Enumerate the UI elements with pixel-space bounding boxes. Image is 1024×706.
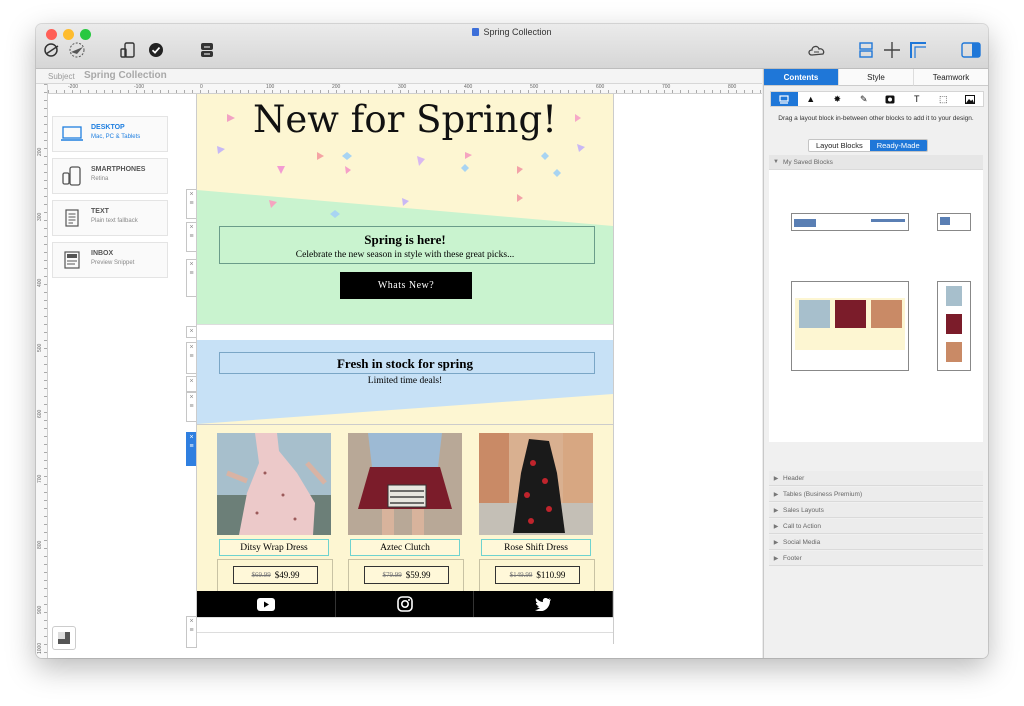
email-headline: New for Spring!	[252, 98, 558, 141]
layout-grid-icon[interactable]	[856, 40, 876, 60]
window-title: Spring Collection	[36, 27, 988, 37]
divider-block[interactable]	[197, 190, 613, 226]
send-test-icon[interactable]	[66, 40, 88, 60]
tab-style[interactable]: Style	[839, 69, 914, 86]
tab-contents[interactable]: Contents	[764, 69, 839, 86]
instagram-icon[interactable]	[336, 591, 475, 617]
section-tables[interactable]: ▶ Tables (Business Premium)	[769, 487, 983, 502]
text-icon[interactable]: T	[904, 92, 931, 106]
image-block-icon[interactable]	[877, 92, 904, 106]
subject-label: Subject	[48, 72, 75, 81]
subject-input[interactable]: Spring Collection	[84, 70, 167, 81]
monitor-icon	[61, 124, 83, 144]
spring-subtitle: Celebrate the new season in style with t…	[295, 250, 515, 260]
chevron-right-icon: ▶	[773, 507, 779, 514]
hero-block[interactable]: New for Spring!	[197, 94, 613, 190]
chevron-right-icon: ▶	[773, 523, 779, 530]
vertical-ruler: 200 300 400 500 600 700 800 900 1000	[36, 84, 48, 658]
check-icon[interactable]	[146, 40, 166, 60]
sidebar-toggle-icon[interactable]	[960, 40, 982, 60]
layout-block-icon[interactable]	[771, 92, 798, 106]
tab-teamwork[interactable]: Teamwork	[914, 69, 988, 86]
product-card[interactable]: Rose Shift Dress $149.99 $110.99	[479, 433, 595, 618]
saved-block-thumbnail[interactable]	[937, 213, 971, 231]
product-card[interactable]: Aztec Clutch $79.99 $59.99	[348, 433, 464, 618]
cloud-icon[interactable]	[806, 40, 828, 60]
margins-icon[interactable]	[908, 40, 928, 60]
segment-layout-blocks[interactable]: Layout Blocks	[809, 140, 870, 151]
saved-block-thumbnail[interactable]	[937, 281, 971, 371]
spring-title: Spring is here!	[364, 232, 446, 247]
spring-block[interactable]: Spring is here! Celebrate the new season…	[197, 226, 613, 324]
panel-tabs: Contents Style Teamwork	[764, 69, 988, 86]
document-icon	[61, 208, 83, 228]
device-list: DESKTOP Mac, PC & Tablets SMARTPHONES Re…	[52, 116, 168, 284]
saved-block-thumbnail[interactable]	[791, 213, 909, 231]
horizontal-ruler: -200 -100 0 100 200 300 400 500 600 700 …	[48, 84, 762, 94]
email-canvas: New for Spring! Spring is here! Celebrat…	[196, 94, 614, 644]
product-photo	[479, 433, 593, 535]
product-name: Ditsy Wrap Dress	[219, 539, 329, 556]
fresh-block[interactable]: Fresh in stock for spring Limited time d…	[197, 340, 613, 394]
preview-icon[interactable]	[42, 40, 62, 60]
social-footer[interactable]	[197, 591, 614, 617]
app-window: Spring Collection Subject Spring Collect…	[36, 24, 988, 658]
fresh-subtitle: Limited time deals!	[367, 376, 443, 386]
product-photo	[348, 433, 462, 535]
canvas-size-icon[interactable]	[52, 626, 76, 650]
product-photo	[217, 433, 331, 535]
section-social-media[interactable]: ▶ Social Media	[769, 535, 983, 550]
product-name: Rose Shift Dress	[481, 539, 591, 556]
twitter-icon[interactable]	[474, 591, 614, 617]
section-sales-layouts[interactable]: ▶ Sales Layouts	[769, 503, 983, 518]
document-icon	[472, 28, 480, 36]
diagonal-divider-2	[197, 394, 613, 424]
segment-ready-made[interactable]: Ready-Made	[869, 140, 927, 151]
move-icon[interactable]	[882, 40, 902, 60]
picture-icon[interactable]	[957, 92, 984, 106]
chevron-right-icon: ▶	[773, 539, 779, 546]
content-tools: ▲ ✸ ✎ T ⬚	[770, 91, 984, 107]
divider-block-2[interactable]	[197, 394, 613, 424]
device-desktop[interactable]: DESKTOP Mac, PC & Tablets	[52, 116, 168, 152]
subject-bar: Subject Spring Collection	[36, 69, 762, 84]
chevron-down-icon: ▼	[773, 159, 779, 165]
selection-icon[interactable]: ⬚	[930, 92, 957, 106]
price-tag[interactable]: $79.99 $59.99	[364, 566, 449, 584]
drag-hint: Drag a layout block in-between other blo…	[778, 115, 974, 122]
chevron-right-icon: ▶	[773, 555, 779, 562]
right-panel: Contents Style Teamwork ▲ ✸ ✎ T ⬚ Drag a…	[763, 69, 988, 658]
inbox-icon	[61, 250, 83, 270]
starburst-icon[interactable]: ✸	[824, 92, 851, 106]
device-inbox[interactable]: INBOX Preview Snippet	[52, 242, 168, 278]
whats-new-button[interactable]: Whats New?	[340, 272, 472, 299]
phone-icon	[61, 166, 83, 186]
youtube-icon[interactable]	[197, 591, 336, 617]
section-call-to-action[interactable]: ▶ Call to Action	[769, 519, 983, 534]
price-tag[interactable]: $149.99 $110.99	[495, 566, 580, 584]
device-text[interactable]: TEXT Plain text fallback	[52, 200, 168, 236]
device-smartphones[interactable]: SMARTPHONES Retina	[52, 158, 168, 194]
diagonal-divider	[197, 190, 613, 226]
price-tag[interactable]: $69.99 $49.99	[233, 566, 318, 584]
block-type-switch: Layout Blocks Ready-Made	[808, 139, 928, 152]
section-header[interactable]: ▶ Header	[769, 471, 983, 486]
product-name: Aztec Clutch	[350, 539, 460, 556]
device-preview-icon[interactable]	[118, 40, 138, 60]
share-icon[interactable]	[196, 40, 218, 60]
chevron-right-icon: ▶	[773, 491, 779, 498]
section-my-saved-blocks[interactable]: ▼ My Saved Blocks	[769, 155, 983, 170]
title-bar: Spring Collection	[36, 24, 988, 69]
triangle-icon[interactable]: ▲	[798, 92, 825, 106]
section-footer[interactable]: ▶ Footer	[769, 551, 983, 566]
saved-block-thumbnail[interactable]	[791, 281, 909, 371]
product-card[interactable]: Ditsy Wrap Dress $69.99 $49.99	[217, 433, 333, 618]
pen-icon[interactable]: ✎	[851, 92, 878, 106]
saved-blocks-area	[769, 170, 983, 442]
design-canvas: DESKTOP Mac, PC & Tablets SMARTPHONES Re…	[48, 94, 762, 658]
spacer-block[interactable]	[197, 617, 613, 633]
chevron-right-icon: ▶	[773, 475, 779, 482]
products-block[interactable]: Ditsy Wrap Dress $69.99 $49.99 Aztec Clut…	[197, 424, 613, 618]
fresh-title: Fresh in stock for spring	[336, 356, 474, 371]
